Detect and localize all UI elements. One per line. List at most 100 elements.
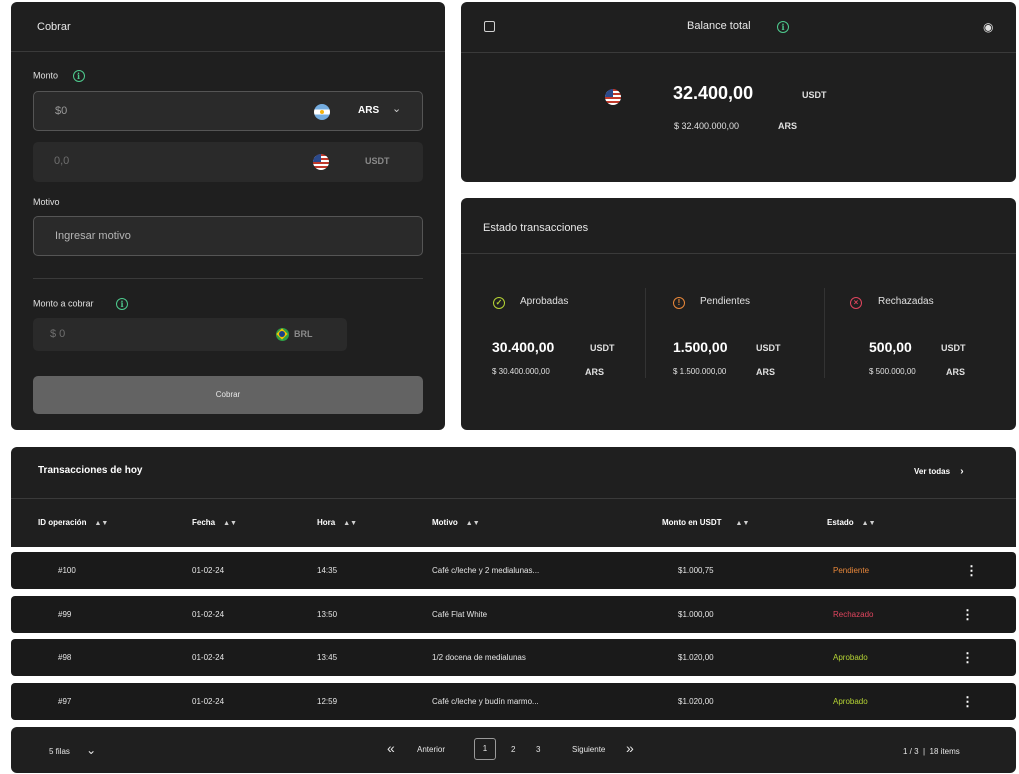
col-estado-label: Estado [827, 518, 854, 527]
ver-todas-link[interactable]: Ver todas › [914, 466, 964, 477]
info-icon[interactable]: i [777, 21, 789, 33]
cobrar-panel: Cobrar Monto i $0 ARS ⌄ 0,0 USDT Motivo … [11, 2, 445, 430]
balance-secondary-unit: ARS [778, 121, 798, 131]
divider [824, 288, 825, 378]
divider [645, 288, 646, 378]
more-options-icon[interactable]: ⋮ [961, 650, 974, 666]
sort-icon[interactable]: ▲▼ [223, 520, 237, 527]
row-fecha: 01-02-24 [192, 610, 225, 619]
row-hora: 13:50 [317, 610, 338, 619]
row-estado: Aprobado [833, 653, 868, 662]
rechazadas-label: Rechazadas [878, 296, 934, 307]
alert-circle-icon: ! [673, 297, 685, 309]
col-hora[interactable]: Hora ▲▼ [317, 518, 357, 527]
rechazadas-secondary-unit: ARS [946, 367, 966, 377]
row-hora: 14:35 [317, 566, 338, 575]
rechazadas-unit: USDT [941, 343, 966, 353]
cobrar-title: Cobrar [37, 21, 71, 33]
monto-cobrar-currency: BRL [294, 329, 313, 339]
motivo-input[interactable]: Ingresar motivo [33, 216, 423, 256]
usa-flag-icon [605, 89, 621, 105]
argentina-flag-icon [314, 104, 330, 120]
more-options-icon[interactable]: ⋮ [961, 694, 974, 710]
x-circle-icon: × [850, 297, 862, 309]
motivo-placeholder: Ingresar motivo [55, 230, 131, 242]
row-id: #99 [58, 610, 72, 619]
pendientes-amount: 1.500,00 [673, 339, 728, 355]
table-row[interactable]: #99 01-02-24 13:50 Café Flat White $1.00… [11, 596, 1016, 633]
monto-cobrar-label: Monto a cobrar i [33, 298, 129, 310]
transacciones-header: Transacciones de hoy Ver todas › ID oper… [11, 447, 1016, 547]
col-estado[interactable]: Estado ▲▼ [827, 518, 876, 527]
converted-currency: USDT [365, 156, 390, 166]
prev-button[interactable]: Anterior [417, 745, 445, 754]
row-motivo: Café c/leche y 2 medialunas... [432, 566, 540, 575]
monto-currency[interactable]: ARS [358, 105, 379, 116]
ver-todas-label: Ver todas [914, 467, 951, 476]
info-icon[interactable]: i [116, 298, 129, 310]
cobrar-button[interactable]: Cobrar [33, 376, 423, 414]
col-monto-label: Monto en USDT [662, 518, 722, 527]
row-fecha: 01-02-24 [192, 653, 225, 662]
more-options-icon[interactable]: ⋮ [965, 563, 978, 579]
monto-label-text: Monto [33, 70, 59, 81]
more-options-icon[interactable]: ⋮ [961, 607, 974, 623]
converted-field: 0,0 USDT [33, 142, 423, 182]
sort-icon[interactable]: ▲▼ [466, 520, 480, 527]
chevron-down-icon[interactable]: ⌄ [392, 102, 401, 115]
sort-icon[interactable]: ▲▼ [94, 520, 108, 527]
row-monto: $1.020,00 [678, 697, 714, 706]
row-monto: $1.000,75 [678, 566, 714, 575]
sort-icon[interactable]: ▲▼ [736, 520, 750, 527]
rows-per-page-select[interactable]: 5 filas ⌄ [49, 743, 96, 757]
double-chevron-left-icon[interactable]: « [387, 740, 395, 756]
col-fecha[interactable]: Fecha ▲▼ [192, 518, 237, 527]
divider [11, 51, 445, 52]
pendientes-secondary-unit: ARS [756, 367, 776, 377]
eye-icon[interactable]: ◉ [983, 20, 993, 34]
col-id[interactable]: ID operación ▲▼ [38, 518, 108, 527]
balance-unit: USDT [802, 90, 827, 100]
col-hora-label: Hora [317, 518, 336, 527]
motivo-label: Motivo [33, 197, 60, 207]
row-hora: 12:59 [317, 697, 338, 706]
row-monto: $1.020,00 [678, 653, 714, 662]
row-motivo: 1/2 docena de medialunas [432, 653, 526, 662]
row-id: #97 [58, 697, 72, 706]
row-motivo: Café Flat White [432, 610, 488, 619]
converted-value: 0,0 [54, 155, 70, 167]
pendientes-secondary: $ 1.500.000,00 [673, 367, 727, 376]
row-id: #100 [58, 566, 76, 575]
page-button-3[interactable]: 3 [536, 745, 540, 754]
table-row[interactable]: #97 01-02-24 12:59 Café c/leche y budín … [11, 683, 1016, 720]
aprobadas-secondary: $ 30.400.000,00 [492, 367, 550, 376]
next-button[interactable]: Siguiente [572, 745, 605, 754]
col-monto[interactable]: Monto en USDT ▲▼ [662, 518, 749, 527]
pagination-summary: 1 / 3 | 18 items [903, 747, 960, 756]
monto-input[interactable]: $0 ARS ⌄ [33, 91, 423, 131]
monto-label: Monto i [33, 70, 85, 82]
page-button-2[interactable]: 2 [511, 745, 515, 754]
sort-icon[interactable]: ▲▼ [343, 520, 357, 527]
usa-flag-icon [313, 154, 329, 170]
row-estado: Rechazado [833, 610, 874, 619]
row-monto: $1.000,00 [678, 610, 714, 619]
balance-secondary: $ 32.400.000,00 [674, 121, 740, 131]
table-row[interactable]: #100 01-02-24 14:35 Café c/leche y 2 med… [11, 552, 1016, 589]
info-icon[interactable]: i [72, 70, 85, 82]
divider [461, 253, 1016, 254]
row-id: #98 [58, 653, 72, 662]
aprobadas-amount: 30.400,00 [492, 339, 555, 355]
estado-title: Estado transacciones [483, 222, 589, 234]
sort-icon[interactable]: ▲▼ [862, 520, 876, 527]
balance-panel: Balance total i ◉ 32.400,00 USDT $ 32.40… [461, 2, 1016, 182]
pendientes-unit: USDT [756, 343, 781, 353]
chevron-down-icon: ⌄ [86, 743, 97, 757]
rows-per-page-label: 5 filas [49, 747, 70, 756]
table-row[interactable]: #98 01-02-24 13:45 1/2 docena de medialu… [11, 639, 1016, 676]
col-motivo[interactable]: Motivo ▲▼ [432, 518, 480, 527]
chevron-right-icon: › [960, 466, 964, 477]
monto-cobrar-value: $ 0 [50, 328, 66, 340]
page-button-1[interactable]: 1 [474, 738, 496, 760]
double-chevron-right-icon[interactable]: » [626, 740, 634, 756]
